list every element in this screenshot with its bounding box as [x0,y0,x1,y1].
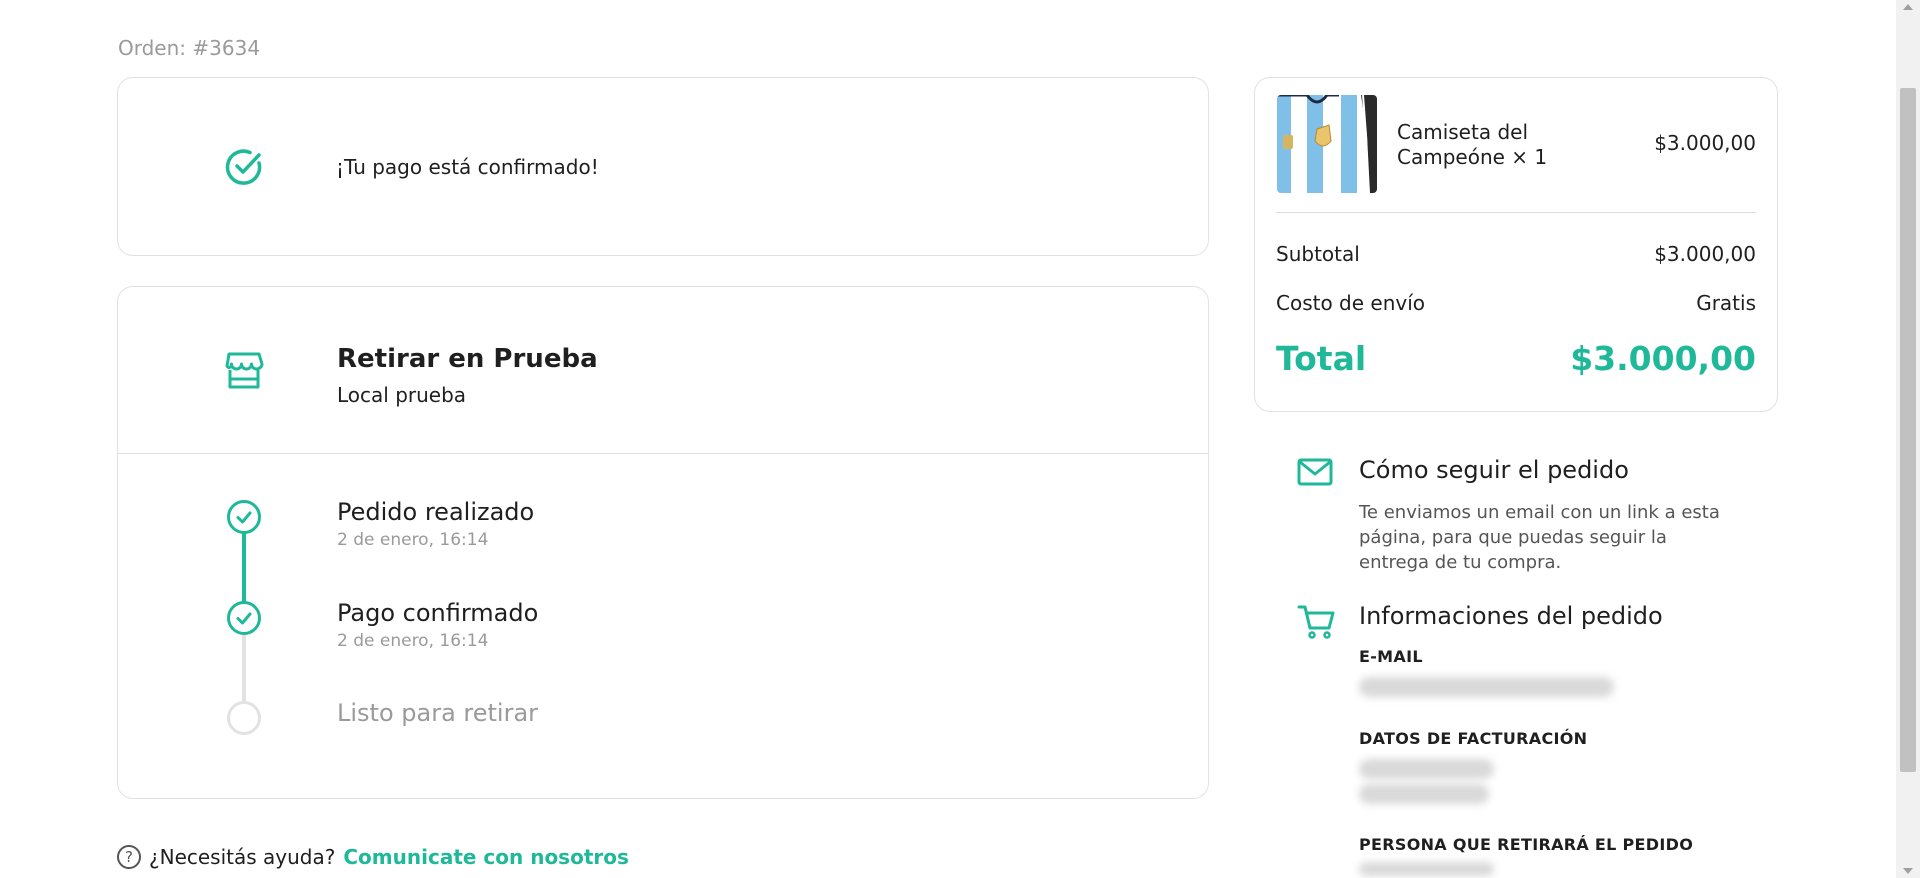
shipping-value: Gratis [1696,291,1756,315]
contact-link[interactable]: Comunicate con nosotros [343,845,629,869]
email-value-redacted [1359,677,1614,697]
subtotal-label: Subtotal [1276,242,1360,266]
payment-confirmed-text: ¡Tu pago está confirmado! [336,155,599,179]
help-line: ? ¿Necesitás ayuda? Comunicate con nosot… [117,845,629,869]
step-title: Pago confirmado [337,599,539,627]
total-label: Total [1276,339,1367,378]
pickup-card: Retirar en Prueba Local prueba Pedido re… [117,286,1209,799]
scroll-up-icon[interactable] [1903,4,1913,10]
pickup-location: Local prueba [337,383,467,407]
scroll-down-icon[interactable] [1903,868,1913,874]
scrollbar-thumb[interactable] [1900,88,1916,772]
product-thumbnail[interactable] [1277,95,1377,193]
payment-confirmed-card: ¡Tu pago está confirmado! [117,77,1209,256]
product-name: Camiseta del Campeóne × 1 [1397,120,1548,169]
step-pending-circle-icon [227,701,261,735]
step-date: 2 de enero, 16:14 [337,530,489,550]
shipping-row: Costo de envío Gratis [1276,291,1756,315]
subtotal-row: Subtotal $3.000,00 [1276,242,1756,266]
order-info-title: Informaciones del pedido [1359,602,1663,630]
total-row: Total $3.000,00 [1276,339,1756,378]
summary-divider [1276,212,1756,213]
tracking-description: Te enviamos un email con un link a esta … [1359,502,1720,573]
tracking-title: Cómo seguir el pedido [1359,456,1629,484]
step-title: Pedido realizado [337,498,535,526]
step-check-icon [227,601,261,635]
subtotal-value: $3.000,00 [1654,242,1756,266]
pickup-title: Retirar en Prueba [337,344,598,374]
divider [118,453,1208,454]
mail-icon [1297,458,1333,490]
pickup-person-redacted [1359,862,1494,876]
email-label: E-MAIL [1359,647,1423,666]
total-value: $3.000,00 [1570,339,1756,378]
billing-label: DATOS DE FACTURACIÓN [1359,729,1588,748]
order-summary-card: Camiseta del Campeóne × 1 $3.000,00 Subt… [1254,77,1778,412]
help-question: ¿Necesitás ayuda? [149,845,336,869]
vertical-scrollbar[interactable] [1896,0,1920,878]
pickup-person-label: PERSONA QUE RETIRARÁ EL PEDIDO [1359,835,1694,854]
order-number: Orden: #3634 [118,36,261,60]
step-date: 2 de enero, 16:14 [337,631,489,651]
check-circle-icon [223,146,265,188]
store-icon [223,349,265,391]
shipping-label: Costo de envío [1276,291,1426,315]
cart-icon [1297,604,1335,644]
question-icon: ? [117,845,141,869]
billing-id-redacted [1359,784,1489,804]
step-check-icon [227,500,261,534]
billing-name-redacted [1359,759,1494,779]
step-title: Listo para retirar [337,699,539,727]
product-price: $3.000,00 [1654,131,1756,155]
